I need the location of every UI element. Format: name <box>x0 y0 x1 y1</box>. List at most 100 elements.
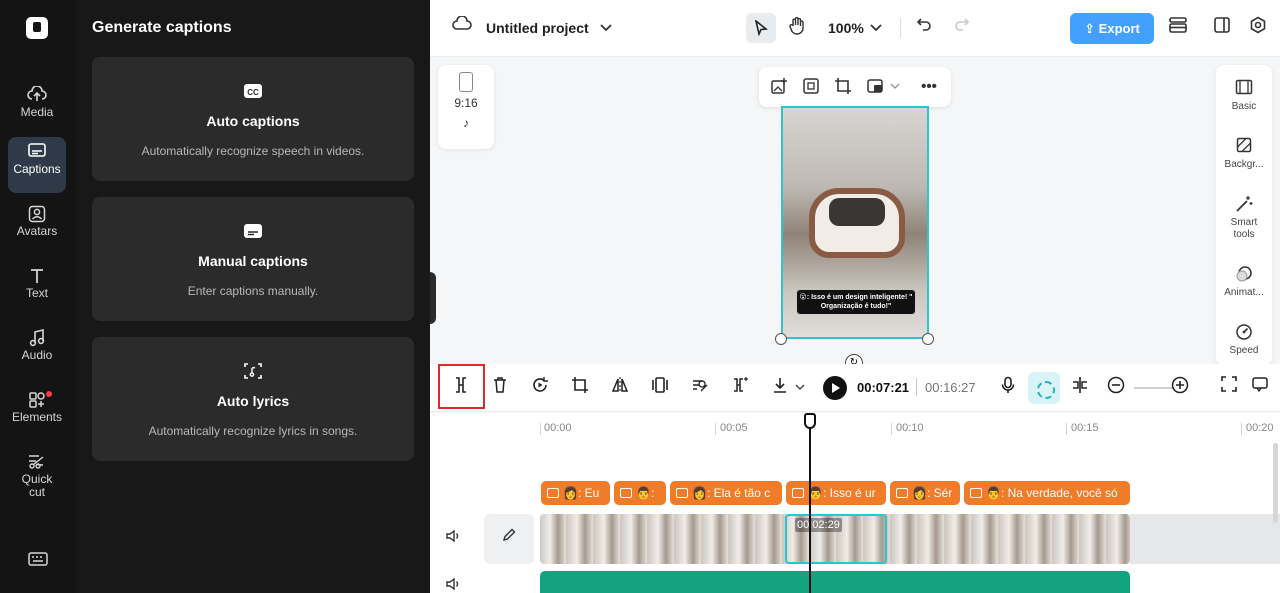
ruler-label: 00:15 <box>1071 422 1099 434</box>
chevron-down-icon[interactable] <box>864 16 888 40</box>
resize-handle-bottom-left[interactable] <box>775 333 787 345</box>
caption-clip[interactable]: 👩: Eu <box>541 481 610 505</box>
playhead-handle[interactable] <box>804 413 816 429</box>
play-button[interactable] <box>823 376 847 400</box>
undo-icon[interactable] <box>912 16 936 40</box>
canvas-floating-toolbar: ••• <box>759 67 951 107</box>
microphone-icon[interactable] <box>996 376 1020 400</box>
replay-icon[interactable] <box>528 376 552 400</box>
edit-cover-button[interactable] <box>484 514 534 564</box>
caption-clip-icon <box>896 488 908 498</box>
zoom-in-icon[interactable] <box>1168 376 1192 400</box>
freeze-frame-icon[interactable] <box>648 376 672 400</box>
current-time: 00:07:21 <box>857 380 910 395</box>
split-icon[interactable] <box>449 376 473 400</box>
speed-ramp-icon[interactable] <box>688 376 712 400</box>
property-label: Animat... <box>1224 287 1264 298</box>
crop-icon[interactable] <box>833 77 853 97</box>
export-button[interactable]: ⇪ Export <box>1070 13 1154 44</box>
rail-item-quick-cut[interactable]: Quick cut <box>8 447 66 509</box>
card-title: Auto captions <box>206 113 300 129</box>
aspect-ratio-picker[interactable]: 9:16 ♪ <box>438 65 494 149</box>
redo-icon[interactable] <box>950 16 974 40</box>
ruler-label: 00:05 <box>720 422 748 434</box>
elements-icon <box>8 385 66 411</box>
subtitle-icon <box>242 221 264 241</box>
flip-icon[interactable] <box>608 376 632 400</box>
caption-clip[interactable]: 👨: Na verdade, você só <box>964 481 1130 505</box>
ruler-label: 00:20 <box>1246 422 1274 434</box>
rail-item-avatars[interactable]: Avatars <box>8 199 66 255</box>
caption-clip[interactable]: 👨: Isso é ur <box>786 481 886 505</box>
fullscreen-icon[interactable] <box>1217 376 1241 400</box>
chevron-down-icon[interactable] <box>594 16 618 40</box>
timeline-scrollbar[interactable] <box>1273 443 1278 523</box>
zoom-out-icon[interactable] <box>1104 376 1128 400</box>
resize-handle-bottom-right[interactable] <box>922 333 934 345</box>
hand-tool-icon[interactable] <box>785 16 809 40</box>
ruler-tick <box>1241 423 1242 435</box>
keyboard-icon[interactable] <box>28 551 48 572</box>
rail-label: Text <box>25 286 48 300</box>
zoom-level[interactable]: 100% <box>828 20 864 36</box>
text-icon <box>8 261 66 287</box>
image-effects-icon[interactable] <box>865 77 885 97</box>
property-label: Backgr... <box>1224 159 1264 170</box>
divider <box>900 18 901 38</box>
lyrics-scan-icon <box>242 361 264 381</box>
caption-clip-text: 👨: Na verdade, você só <box>986 486 1118 500</box>
audio-track[interactable] <box>540 571 1130 593</box>
cloud-icon[interactable] <box>450 15 474 40</box>
avatar-icon <box>8 199 66 225</box>
caption-clip[interactable]: 👩: Ela é tão c <box>670 481 782 505</box>
split-audio-icon[interactable] <box>1068 376 1092 400</box>
panel-collapse-handle[interactable] <box>430 272 436 324</box>
manual-captions-card[interactable]: Manual captions Enter captions manually. <box>92 197 414 321</box>
project-title[interactable]: Untitled project <box>486 20 589 36</box>
settings-gear-icon[interactable] <box>1246 16 1270 40</box>
property-basic[interactable]: Basic <box>1216 79 1272 113</box>
export-label: Export <box>1098 21 1140 36</box>
caption-clip-icon <box>620 488 632 498</box>
layers-icon[interactable] <box>1166 16 1190 40</box>
auto-captions-card[interactable]: CC Auto captions Automatically recognize… <box>92 57 414 181</box>
basic-icon <box>1216 79 1272 101</box>
smart-split-icon[interactable] <box>728 376 752 400</box>
ruler-tick <box>891 423 892 435</box>
caption-clip-icon <box>970 488 982 498</box>
time-separator <box>916 378 917 396</box>
auto-lyrics-card[interactable]: Auto lyrics Automatically recognize lyri… <box>92 337 414 461</box>
speaker-icon[interactable] <box>445 577 461 593</box>
property-speed[interactable]: Speed <box>1216 323 1272 357</box>
rail-item-captions[interactable]: Captions <box>8 137 66 193</box>
clip-duration: 00:02:29 <box>795 518 842 532</box>
replace-image-icon[interactable] <box>769 77 789 97</box>
rail-item-audio[interactable]: Audio <box>8 323 66 379</box>
layout-panel-icon[interactable] <box>1210 16 1234 40</box>
playhead[interactable] <box>809 413 811 593</box>
rail-item-text[interactable]: Text <box>8 261 66 317</box>
video-preview[interactable]: 😮: Isso é um design inteligente! " Organ… <box>781 106 929 339</box>
rail-label: Elements <box>11 410 63 424</box>
auto-snap-toggle[interactable] <box>1028 372 1060 404</box>
chevron-down-icon[interactable] <box>885 77 905 97</box>
app-logo[interactable] <box>26 17 48 39</box>
caption-clip[interactable]: 👨: <box>614 481 666 505</box>
panel-title: Generate captions <box>92 19 232 36</box>
captions-panel: Generate captions CC Auto captions Autom… <box>76 0 430 593</box>
crop-icon[interactable] <box>568 376 592 400</box>
more-options-icon[interactable]: ••• <box>919 77 939 97</box>
caption-clip[interactable]: 👩: Sér <box>890 481 960 505</box>
rail-item-elements[interactable]: Elements <box>8 385 66 441</box>
property-background[interactable]: Backgr... <box>1216 137 1272 171</box>
captions-icon <box>8 137 66 163</box>
property-smart-tools[interactable]: Smart tools <box>1216 195 1272 241</box>
delete-icon[interactable] <box>488 376 512 400</box>
property-animation[interactable]: Animat... <box>1216 265 1272 299</box>
speaker-icon[interactable] <box>445 529 461 546</box>
chevron-down-icon[interactable] <box>788 376 812 400</box>
select-tool-button[interactable] <box>746 13 776 43</box>
rail-item-media[interactable]: Media <box>8 80 66 136</box>
fit-frame-icon[interactable] <box>801 77 821 97</box>
comment-icon[interactable] <box>1248 376 1272 400</box>
